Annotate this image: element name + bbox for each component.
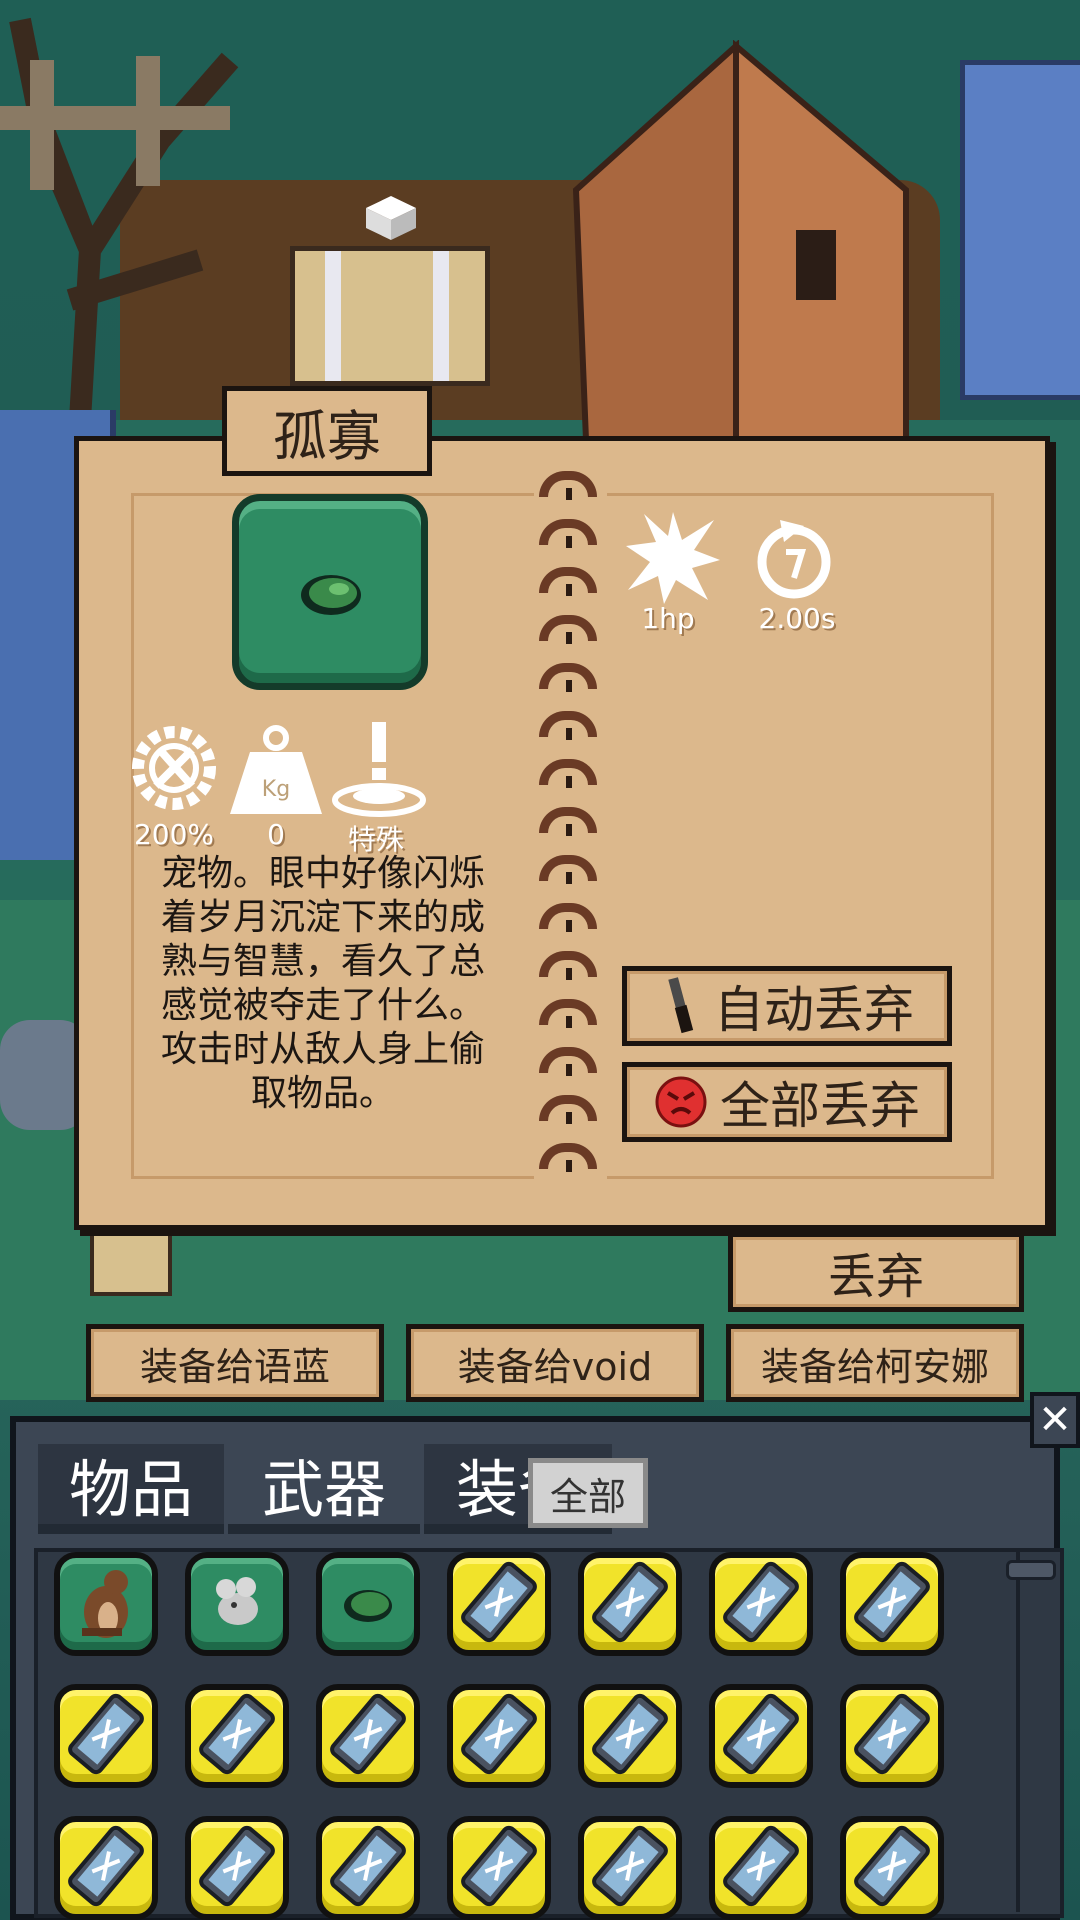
- angry-face-icon: [655, 1076, 707, 1128]
- battery-cell-icon: [325, 1691, 411, 1781]
- inventory-slot[interactable]: [54, 1816, 158, 1920]
- filter-all-button[interactable]: 全部: [528, 1458, 648, 1528]
- discard-button[interactable]: 丢弃: [728, 1232, 1024, 1312]
- inventory-slot[interactable]: [316, 1552, 420, 1656]
- special-alert-icon: [332, 722, 426, 817]
- crate-object: [290, 246, 490, 386]
- cube-marker-icon: [366, 196, 416, 240]
- inventory-slot[interactable]: [709, 1684, 813, 1788]
- equip-to-void-button[interactable]: 装备给void: [406, 1324, 704, 1402]
- burst-icon: [626, 512, 720, 604]
- auto-discard-label: 自动丢弃: [714, 981, 914, 1039]
- description-line: 取物品。: [250, 1073, 395, 1114]
- inventory-slot[interactable]: [840, 1552, 944, 1656]
- inventory-slot[interactable]: [185, 1684, 289, 1788]
- item-name: 孤寡: [273, 404, 381, 468]
- inventory-slot[interactable]: [840, 1816, 944, 1920]
- inventory-slot[interactable]: [447, 1684, 551, 1788]
- battery-cell-icon: [587, 1823, 673, 1913]
- battery-cell-icon: [63, 1823, 149, 1913]
- battery-cell-icon: [849, 1823, 935, 1913]
- inventory-slot[interactable]: [316, 1816, 420, 1920]
- discard-label: 丢弃: [827, 1249, 924, 1305]
- tab-label: 物品: [68, 1453, 193, 1526]
- discard-all-button[interactable]: 全部丢弃: [622, 1062, 952, 1142]
- battery-cell-icon: [587, 1691, 673, 1781]
- equip-label: 装备给void: [457, 1344, 653, 1389]
- proficiency-value: 200%: [133, 818, 215, 851]
- tab-items[interactable]: 物品: [38, 1444, 224, 1534]
- battery-cell-icon: [63, 1691, 149, 1781]
- equip-to-keanna-button[interactable]: 装备给柯安娜: [726, 1324, 1024, 1402]
- battery-cell-icon: [456, 1691, 542, 1781]
- mouse-pet-icon: [202, 1567, 272, 1641]
- battery-cell-icon: [325, 1823, 411, 1913]
- battery-cell-icon: [849, 1691, 935, 1781]
- blue-wall-object: [960, 60, 1080, 400]
- gear-tools-icon: [132, 726, 216, 810]
- battery-cell-icon: [587, 1559, 673, 1649]
- description-line: 熟与智慧，看久了总: [160, 941, 485, 982]
- tree-icon: [0, 17, 239, 420]
- close-button[interactable]: ✕: [1030, 1392, 1080, 1448]
- battery-cell-icon: [456, 1823, 542, 1913]
- equip-to-yulan-button[interactable]: 装备给语蓝: [86, 1324, 384, 1402]
- inventory-slot[interactable]: [185, 1816, 289, 1920]
- battery-cell-icon: [718, 1691, 804, 1781]
- inventory-slot[interactable]: [54, 1684, 158, 1788]
- inventory-slot[interactable]: [447, 1816, 551, 1920]
- description-line: 攻击时从敌人身上偷: [160, 1029, 485, 1070]
- item-icon-frame: [232, 494, 428, 690]
- tent-object: [572, 40, 909, 440]
- description-line: 宠物。眼中好像闪烁: [160, 853, 485, 894]
- tab-weapons[interactable]: 武器: [228, 1444, 420, 1534]
- otter-pet-icon: [68, 1562, 144, 1646]
- item-description: 宠物。眼中好像闪烁 着岁月沉淀下来的成 熟与智慧，看久了总 感觉被夺走了什么。 …: [128, 852, 518, 1116]
- description-line: 感觉被夺走了什么。: [160, 985, 485, 1026]
- battery-cell-icon: [718, 1823, 804, 1913]
- battery-cell-icon: [194, 1691, 280, 1781]
- inventory-scroll-thumb[interactable]: [1006, 1560, 1056, 1580]
- knife-icon: [668, 977, 694, 1034]
- inventory-scroll-track[interactable]: [1016, 1552, 1044, 1912]
- cooldown-clock-icon: [757, 520, 831, 599]
- inventory-slot[interactable]: [185, 1552, 289, 1656]
- battery-cell-icon: [456, 1559, 542, 1649]
- equip-label: 装备给语蓝: [139, 1344, 330, 1389]
- svg-text:Kg: Kg: [262, 777, 290, 802]
- equip-label: 装备给柯安娜: [760, 1344, 989, 1389]
- item-name-banner: 孤寡: [222, 386, 432, 476]
- weight-value: 0: [267, 818, 285, 851]
- green-slime-pet-icon: [301, 575, 361, 615]
- inventory-slot[interactable]: [578, 1552, 682, 1656]
- battery-cell-icon: [194, 1823, 280, 1913]
- kg-weight-icon: Kg: [230, 725, 322, 814]
- filter-all-label: 全部: [549, 1474, 626, 1519]
- description-line: 着岁月沉淀下来的成: [160, 897, 485, 938]
- auto-discard-button[interactable]: 自动丢弃: [622, 966, 952, 1046]
- inventory-slot[interactable]: [316, 1684, 420, 1788]
- inventory-slot[interactable]: [709, 1816, 813, 1920]
- green-slime-pet-icon: [338, 1578, 398, 1630]
- close-icon: ✕: [1038, 1397, 1072, 1443]
- battery-cell-icon: [718, 1559, 804, 1649]
- cooldown-value: 2.00s: [758, 602, 836, 635]
- inventory-slot[interactable]: [578, 1816, 682, 1920]
- inventory-slot[interactable]: [578, 1684, 682, 1788]
- attack-value: 1hp: [641, 602, 695, 635]
- battery-cell-icon: [849, 1559, 935, 1649]
- inventory-slot[interactable]: [709, 1552, 813, 1656]
- tab-label: 武器: [261, 1453, 386, 1526]
- inventory-slot[interactable]: [54, 1552, 158, 1656]
- discard-all-label: 全部丢弃: [720, 1077, 920, 1135]
- book-spine-rings: [529, 461, 609, 1211]
- inventory-slot[interactable]: [840, 1684, 944, 1788]
- inventory-slot[interactable]: [447, 1552, 551, 1656]
